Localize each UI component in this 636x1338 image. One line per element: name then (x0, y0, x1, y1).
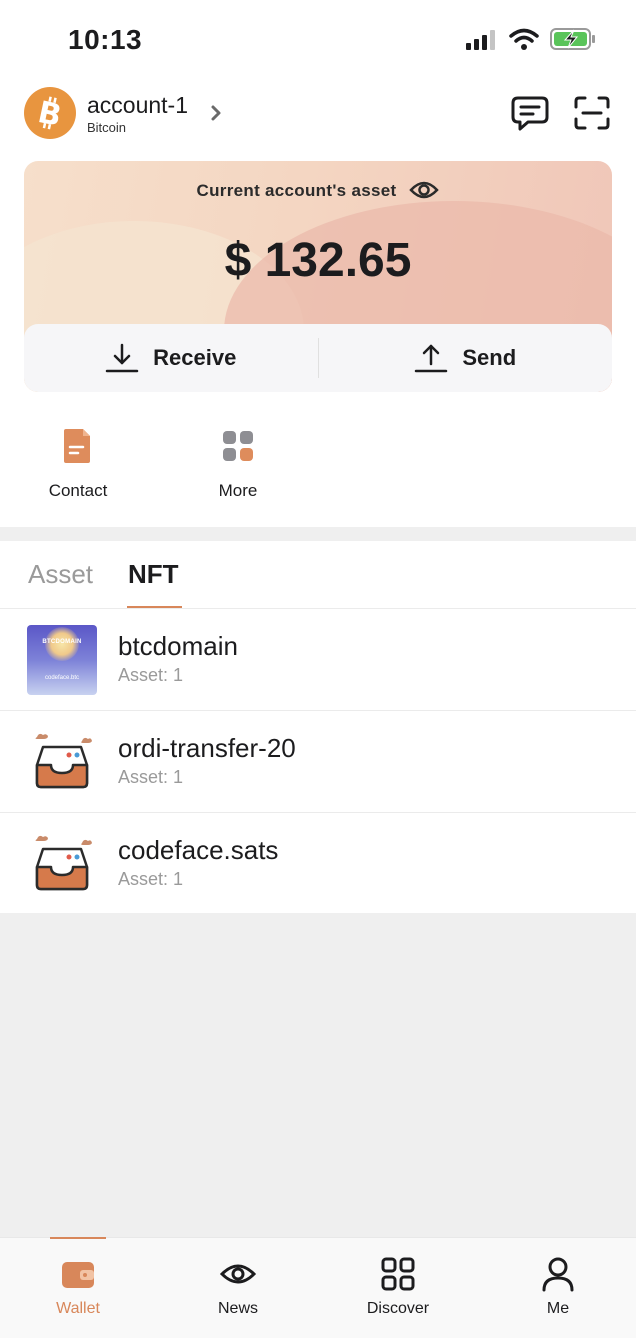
upload-icon (415, 344, 448, 373)
chevron-right-icon[interactable] (207, 102, 225, 124)
wifi-icon (509, 28, 539, 50)
cellular-signal-icon (466, 30, 495, 50)
inbox-tray-icon (35, 835, 92, 891)
action-bar: Receive Send (24, 324, 612, 392)
nft-name: btcdomain (118, 631, 238, 661)
account-header: B account-1 Bitcoin (0, 84, 636, 144)
nav-discover[interactable]: Discover (348, 1256, 448, 1318)
receive-label: Receive (153, 345, 237, 370)
active-tab-indicator (127, 606, 182, 608)
nft-name: codeface.sats (118, 835, 279, 865)
btcdomain-thumbnail: BTCDOMAIN codeface.btc (27, 625, 97, 695)
status-bar: 10:13 (0, 0, 636, 78)
nav-wallet[interactable]: Wallet (28, 1256, 128, 1318)
nft-count: Asset: 1 (118, 767, 184, 787)
asset-label-row: Current account's asset (24, 181, 612, 201)
battery-charging-icon (550, 28, 595, 50)
inbox-tray-icon (35, 733, 92, 789)
bottom-nav: Wallet News Discover Me (0, 1237, 636, 1338)
user-icon (542, 1257, 574, 1292)
tab-asset[interactable]: Asset (28, 559, 93, 590)
asset-card: Current account's asset $ 132.65 Receive… (24, 161, 612, 392)
send-button[interactable]: Send (319, 324, 613, 392)
asset-label: Current account's asset (196, 181, 397, 200)
nft-list-item[interactable]: BTCDOMAIN codeface.btc btcdomain Asset: … (0, 609, 636, 711)
contact-document-icon (64, 429, 90, 463)
nft-count: Asset: 1 (118, 665, 184, 685)
account-chain: Bitcoin (87, 120, 127, 135)
scan-icon[interactable] (573, 95, 611, 131)
status-time: 10:13 (68, 24, 143, 55)
send-label: Send (462, 345, 517, 370)
tabs-area: Asset NFT BTCDOMAIN codeface.btc btcdoma… (0, 541, 636, 913)
wallet-icon (62, 1262, 94, 1288)
eye-icon (220, 1264, 256, 1284)
nft-name: ordi-transfer-20 (118, 733, 296, 763)
asset-amount: $ 132.65 (224, 234, 412, 287)
bitcoin-symbol: B (35, 96, 65, 130)
active-nav-indicator (50, 1237, 106, 1239)
tab-bar: Asset NFT (0, 541, 636, 609)
nft-list-item[interactable]: ordi-transfer-20 Asset: 1 (0, 711, 636, 813)
more-button[interactable]: More (183, 425, 293, 501)
discover-grid-icon (381, 1257, 415, 1291)
contact-label: Contact (48, 481, 108, 500)
thumbnail-title: BTCDOMAIN (42, 639, 82, 645)
account-name[interactable]: account-1 (87, 92, 188, 119)
message-icon[interactable] (510, 94, 550, 132)
nav-me[interactable]: Me (508, 1256, 608, 1318)
nav-news-label: News (217, 1300, 258, 1317)
nav-news[interactable]: News (188, 1256, 288, 1318)
nft-list-item[interactable]: codeface.sats Asset: 1 (0, 813, 636, 915)
more-grid-icon (223, 431, 253, 461)
receive-button[interactable]: Receive (24, 324, 318, 392)
nav-discover-label: Discover (366, 1300, 430, 1317)
nft-count: Asset: 1 (118, 869, 184, 889)
bitcoin-logo-icon[interactable]: B (24, 87, 76, 139)
more-label: More (218, 481, 258, 500)
contact-button[interactable]: Contact (23, 425, 133, 501)
nav-wallet-label: Wallet (56, 1300, 100, 1317)
tab-nft[interactable]: NFT (128, 559, 179, 590)
thumbnail-subtitle: codeface.btc (44, 675, 80, 681)
eye-toggle-icon[interactable] (409, 179, 440, 201)
download-icon (105, 343, 139, 373)
nav-me-label: Me (546, 1300, 570, 1317)
